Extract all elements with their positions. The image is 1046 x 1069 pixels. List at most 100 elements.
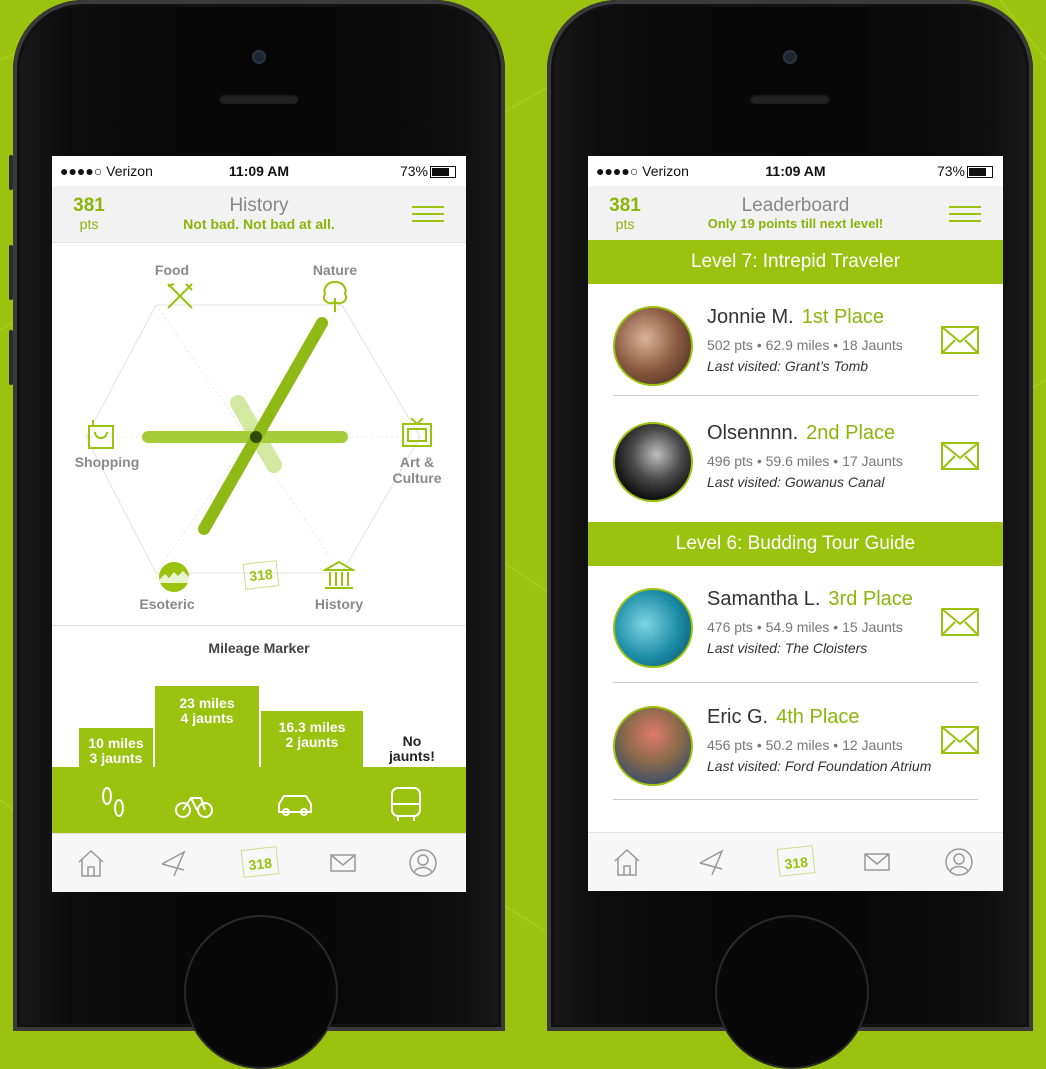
entry-name: Jonnie M. (707, 306, 794, 328)
battery-status: 73% (400, 163, 456, 179)
phone-leaderboard: ●●●●○ Verizon 11:09 AM 73% 381 pts Leade… (547, 0, 1033, 1069)
map-pin-icon[interactable] (696, 847, 726, 877)
points-display: 381 pts (598, 195, 652, 233)
earpiece (219, 94, 299, 104)
center-badge: 318 (242, 560, 280, 590)
avatar (613, 306, 693, 386)
podium-walk: 10 miles 3 jaunts (79, 728, 153, 778)
front-camera (252, 50, 266, 64)
history-museum-icon[interactable] (323, 560, 355, 592)
entry-name: Olsennnn. (707, 422, 799, 444)
entry-name: Eric G. (707, 706, 769, 728)
art-frame-icon[interactable] (401, 418, 433, 448)
leaderboard-entry[interactable]: Eric G. 4th Place 456 pts • 50.2 miles • … (588, 684, 1003, 802)
points-display: 381 pts (62, 195, 116, 233)
radar-center-dot (250, 431, 262, 443)
podium-bus: No jaunts! (372, 734, 452, 764)
entry-place: 3rd Place (828, 588, 913, 610)
home-button[interactable] (184, 915, 338, 1069)
car-miles: 16.3 miles (278, 719, 346, 735)
entry-last-visited: Last visited: Gowanus Canal (707, 474, 885, 490)
entry-place: 4th Place (776, 706, 860, 728)
esoteric-icon[interactable] (157, 560, 191, 594)
volume-up-button (9, 245, 13, 300)
badge-318-icon[interactable]: 318 (776, 845, 816, 877)
avatar (613, 588, 693, 668)
message-icon[interactable] (941, 326, 979, 354)
mail-icon[interactable] (862, 847, 892, 877)
battery-percent: 73% (399, 163, 428, 179)
history-screen: ●●●●○ Verizon 11:09 AM 73% 381 pts Histo… (52, 156, 466, 892)
section-divider (52, 625, 466, 626)
nature-tree-icon[interactable] (318, 278, 352, 314)
category-nature: Nature (312, 262, 358, 278)
hamburger-menu-icon[interactable] (949, 206, 981, 222)
entry-name-line: Eric G. 4th Place (707, 706, 860, 729)
page-title: History (229, 195, 289, 216)
bike-jaunts: 4 jaunts (180, 710, 234, 726)
level-banner: Level 7: Intrepid Traveler (588, 240, 1003, 284)
tab-bar: 318 (588, 832, 1003, 891)
bus-jaunts: jaunts! (389, 748, 435, 764)
page-subtitle: Not bad. Not bad at all. (183, 216, 335, 232)
entry-separator (613, 395, 978, 396)
walk-icon (102, 787, 124, 817)
entry-place: 2nd Place (806, 422, 896, 444)
earpiece (750, 94, 830, 104)
badge-318-icon[interactable]: 318 (240, 846, 280, 878)
leaderboard-entry[interactable]: Samantha L. 3rd Place 476 pts • 54.9 mile… (588, 566, 1003, 684)
entry-stats: 456 pts • 50.2 miles • 12 Jaunts (707, 737, 903, 753)
mail-icon[interactable] (328, 848, 358, 878)
battery-icon (430, 166, 456, 179)
home-button[interactable] (715, 915, 869, 1069)
points-label: pts (79, 216, 99, 232)
entry-name: Samantha L. (707, 588, 821, 610)
category-art-line1: Art & (399, 454, 435, 470)
profile-icon[interactable] (944, 847, 974, 877)
app-header: 381 pts History Not bad. Not bad at all. (52, 186, 466, 243)
car-icon (278, 795, 312, 816)
avatar (613, 422, 693, 502)
bus-icon (391, 787, 421, 821)
home-icon[interactable] (76, 848, 106, 878)
battery-percent: 73% (936, 163, 965, 179)
radar-bar-nature-esoteric (198, 317, 328, 535)
leaderboard-entry[interactable]: Olsennnn. 2nd Place 496 pts • 59.6 miles … (588, 400, 1003, 518)
app-header: 381 pts Leaderboard Only 19 points till … (588, 186, 1003, 243)
home-icon[interactable] (612, 847, 642, 877)
bike-icon (175, 797, 213, 818)
mute-switch (9, 155, 13, 190)
entry-name-line: Olsennnn. 2nd Place (707, 422, 895, 445)
category-history: History (314, 596, 364, 612)
page-subtitle: Only 19 points till next level! (707, 216, 884, 231)
entry-name-line: Jonnie M. 1st Place (707, 306, 884, 329)
category-esoteric: Esoteric (139, 596, 195, 612)
category-food: Food (154, 262, 190, 278)
bike-miles: 23 miles (179, 695, 235, 711)
battery-status: 73% (937, 163, 993, 179)
entry-name-line: Samantha L. 3rd Place (707, 588, 913, 611)
points-value: 381 (609, 195, 641, 216)
page-title-block: History Not bad. Not bad at all. (132, 195, 386, 233)
profile-icon[interactable] (408, 848, 438, 878)
entry-last-visited: Last visited: The Cloisters (707, 640, 868, 656)
points-value: 381 (73, 195, 105, 216)
leaderboard-entry[interactable]: Jonnie M. 1st Place 502 pts • 62.9 miles … (588, 284, 1003, 402)
mileage-title: Mileage Marker (208, 640, 310, 656)
page-title-block: Leaderboard Only 19 points till next lev… (658, 196, 933, 232)
leaderboard-screen: ●●●●○ Verizon 11:09 AM 73% 381 pts Leade… (588, 156, 1003, 891)
food-icon[interactable] (164, 280, 196, 312)
shopping-bag-icon[interactable] (85, 418, 117, 450)
entry-place: 1st Place (801, 306, 884, 328)
points-label: pts (615, 216, 635, 232)
message-icon[interactable] (941, 442, 979, 470)
entry-last-visited: Last visited: Ford Foundation Atrium (707, 758, 932, 774)
message-icon[interactable] (941, 726, 979, 754)
tab-bar: 318 (52, 833, 466, 892)
message-icon[interactable] (941, 608, 979, 636)
entry-last-visited: Last visited: Grant’s Tomb (707, 358, 869, 374)
map-pin-icon[interactable] (158, 848, 188, 878)
volume-down-button (9, 330, 13, 385)
hamburger-menu-icon[interactable] (412, 206, 444, 222)
entry-stats: 496 pts • 59.6 miles • 17 Jaunts (707, 453, 903, 469)
